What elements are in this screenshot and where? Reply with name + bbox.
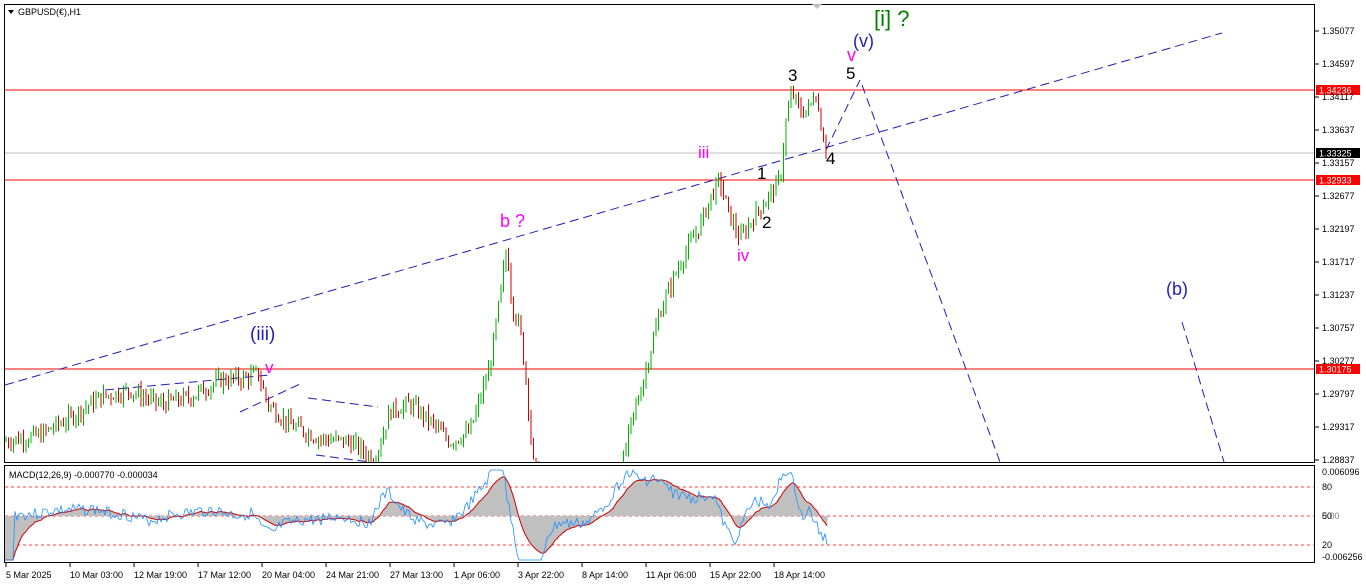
level-price-label: 1.30175 [1319,365,1352,375]
time-tick-label: 17 Mar 12:00 [198,570,251,580]
price-tick-label: 1.29797 [1322,389,1355,399]
wave-label: v [847,45,856,65]
price-tick-label: 1.34597 [1322,59,1355,69]
main-plot-frame [4,4,1315,463]
price-tick-label: 1.33157 [1322,158,1355,168]
macd-tick-label: 0.006096 [1322,467,1360,477]
time-tick-label: 3 Apr 22:00 [518,570,564,580]
wave-label: b ? [500,211,525,231]
time-tick-label: 12 Mar 19:00 [134,570,187,580]
price-tick-label: 1.30277 [1322,356,1355,366]
wave-label: 5 [846,64,855,83]
time-tick-label: 18 Apr 14:00 [774,570,825,580]
macd-axis: 0.006096800.005020-0.006256 [1322,467,1363,562]
wave-label: 4 [826,149,835,168]
price-tick-label: 1.30757 [1322,323,1355,333]
time-tick-label: 10 Mar 03:00 [70,570,123,580]
chart-canvas: 1.342361.329331.301751.33325 1.350771.34… [4,4,1363,580]
wave-label: v [265,358,274,377]
wave-label: (b) [1166,279,1188,299]
macd-tick-label: -0.006256 [1322,552,1363,562]
price-tick-label: 1.28837 [1322,455,1355,465]
price-tick-label: 1.31717 [1322,257,1355,267]
wave-label: iii [698,143,709,162]
price-tick-label: 1.31237 [1322,290,1355,300]
price-tick-label: 1.35077 [1322,26,1355,36]
price-tick-label: 1.34117 [1322,92,1354,102]
macd-tick-label: 80 [1322,482,1332,492]
time-tick-label: 15 Apr 22:00 [710,570,761,580]
time-tick-label: 1 Apr 06:00 [454,570,500,580]
price-tick-label: 1.29317 [1322,422,1355,432]
wave-label: [i] ? [874,6,909,31]
level-price-label: 1.33325 [1319,149,1352,159]
macd-tick-label: 20 [1322,540,1332,550]
time-tick-label: 11 Apr 06:00 [646,570,696,580]
price-tick-label: 1.32677 [1322,191,1355,201]
macd-tick-label: 50 [1322,511,1332,521]
price-tick-label: 1.33637 [1322,125,1355,135]
time-tick-label: 27 Mar 13:00 [390,570,443,580]
time-tick-label: 8 Apr 14:00 [582,570,628,580]
level-price-label: 1.32933 [1319,176,1352,186]
time-tick-label: 5 Mar 2025 [6,570,52,580]
wave-label: (iii) [250,324,275,345]
time-tick-label: 24 Mar 21:00 [326,570,379,580]
macd-title: MACD(12,26,9) -0.000770 -0.000034 [9,470,158,480]
time-axis: 5 Mar 2025 10 Mar 03:00 12 Mar 19:00 17 Mar… [5,563,825,580]
wave-label: 3 [788,66,797,85]
wave-label: 1 [757,164,766,183]
wave-label: (v) [853,31,874,51]
price-tick-label: 1.32197 [1322,224,1355,234]
time-tick-label: 20 Mar 04:00 [262,570,315,580]
wave-label: iv [737,246,750,265]
wave-label: 2 [762,213,771,232]
chart-title: GBPUSD(€),H1 [18,7,81,17]
